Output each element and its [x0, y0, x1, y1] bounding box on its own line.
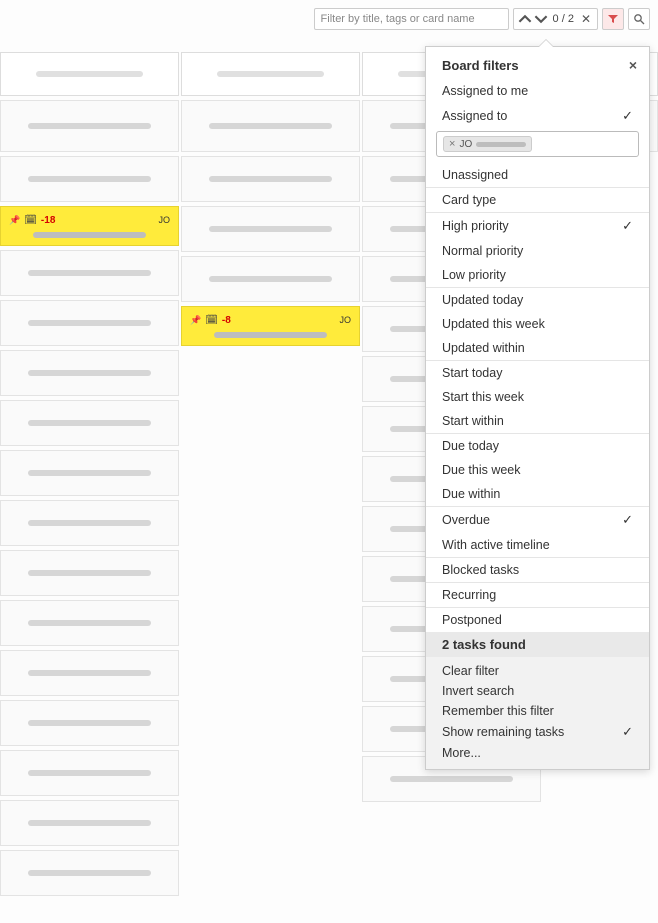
card[interactable] — [181, 156, 360, 202]
check-icon: ✓ — [622, 512, 633, 528]
filter-due-within[interactable]: Due within — [426, 482, 649, 506]
panel-footer: Clear filter Invert search Remember this… — [426, 657, 649, 769]
card-highlighted[interactable]: 📌 🗓 -8 JO — [181, 306, 360, 346]
filter-recurring[interactable]: Recurring — [426, 583, 649, 607]
remember-filter-option[interactable]: Remember this filter — [426, 701, 649, 721]
card[interactable] — [181, 100, 360, 152]
card[interactable] — [0, 400, 179, 446]
filter-postponed[interactable]: Postponed — [426, 608, 649, 632]
days-overdue: -8 — [222, 315, 231, 326]
panel-header: Board filters × — [426, 47, 649, 77]
card[interactable] — [0, 250, 179, 296]
calendar-icon: 🗓 — [205, 315, 218, 326]
card[interactable] — [0, 650, 179, 696]
calendar-icon: 🗓 — [24, 215, 37, 226]
chip-label: JO — [459, 139, 472, 150]
filter-blocked-tasks[interactable]: Blocked tasks — [426, 558, 649, 582]
assignee-chip[interactable]: × JO — [443, 136, 532, 152]
board-filters-button[interactable] — [602, 8, 624, 30]
pin-icon: 📌 — [190, 315, 201, 326]
days-overdue: -18 — [41, 215, 55, 226]
pin-icon: 📌 — [9, 215, 20, 226]
filter-card-type[interactable]: Card type — [426, 188, 649, 212]
card[interactable] — [0, 800, 179, 846]
filter-updated-this-week[interactable]: Updated this week — [426, 312, 649, 336]
show-remaining-option[interactable]: Show remaining tasks✓ — [426, 721, 649, 743]
filter-assigned-to[interactable]: Assigned to✓ — [426, 103, 649, 129]
filter-start-within[interactable]: Start within — [426, 409, 649, 433]
clear-filter-button[interactable]: ✕ — [579, 12, 593, 26]
check-icon: ✓ — [622, 218, 633, 234]
prev-match-button[interactable] — [518, 12, 532, 26]
card[interactable] — [0, 156, 179, 202]
filter-updated-today[interactable]: Updated today — [426, 288, 649, 312]
invert-search-option[interactable]: Invert search — [426, 681, 649, 701]
filter-input[interactable] — [314, 8, 509, 30]
chip-remove-icon[interactable]: × — [449, 138, 455, 150]
assigned-to-input[interactable]: × JO — [436, 131, 639, 157]
search-button[interactable] — [628, 8, 650, 30]
match-count: 0 / 2 — [550, 13, 577, 25]
card[interactable] — [0, 550, 179, 596]
filter-low-priority[interactable]: Low priority — [426, 263, 649, 287]
card[interactable] — [0, 700, 179, 746]
card[interactable] — [181, 206, 360, 252]
card[interactable] — [0, 350, 179, 396]
filter-normal-priority[interactable]: Normal priority — [426, 239, 649, 263]
filter-unassigned[interactable]: Unassigned — [426, 163, 649, 187]
card-highlighted[interactable]: 📌 🗓 -18 JO — [0, 206, 179, 246]
card[interactable] — [0, 600, 179, 646]
assignee-badge: JO — [339, 315, 351, 325]
check-icon: ✓ — [622, 724, 633, 740]
card[interactable] — [0, 850, 179, 896]
filter-start-this-week[interactable]: Start this week — [426, 385, 649, 409]
filter-start-today[interactable]: Start today — [426, 361, 649, 385]
clear-filter-option[interactable]: Clear filter — [426, 661, 649, 681]
card[interactable] — [0, 450, 179, 496]
board-column: 📌 🗓 -18 JO — [0, 52, 179, 923]
filter-updated-within[interactable]: Updated within — [426, 336, 649, 360]
board-filters-panel: Board filters × Assigned to me Assigned … — [425, 46, 650, 770]
card[interactable] — [0, 100, 179, 152]
column-header[interactable] — [0, 52, 179, 96]
card[interactable] — [181, 256, 360, 302]
board-column: 📌 🗓 -8 JO — [181, 52, 360, 923]
next-match-button[interactable] — [534, 12, 548, 26]
filter-nav-group: 0 / 2 ✕ — [513, 8, 598, 30]
filter-high-priority[interactable]: High priority✓ — [426, 213, 649, 239]
filter-overdue[interactable]: Overdue✓ — [426, 507, 649, 533]
placeholder-text — [36, 71, 142, 77]
filter-with-active-timeline[interactable]: With active timeline — [426, 533, 649, 557]
filter-assigned-to-me[interactable]: Assigned to me — [426, 79, 649, 103]
close-icon[interactable]: × — [629, 57, 637, 73]
assignee-badge: JO — [158, 215, 170, 225]
card[interactable] — [0, 750, 179, 796]
column-header[interactable] — [181, 52, 360, 96]
panel-title: Board filters — [442, 58, 519, 73]
card[interactable] — [0, 300, 179, 346]
topbar: 0 / 2 ✕ — [314, 8, 650, 30]
more-option[interactable]: More... — [426, 743, 649, 763]
filter-due-today[interactable]: Due today — [426, 434, 649, 458]
tasks-found-label: 2 tasks found — [426, 632, 649, 657]
check-icon: ✓ — [622, 108, 633, 124]
filter-due-this-week[interactable]: Due this week — [426, 458, 649, 482]
card[interactable] — [0, 500, 179, 546]
